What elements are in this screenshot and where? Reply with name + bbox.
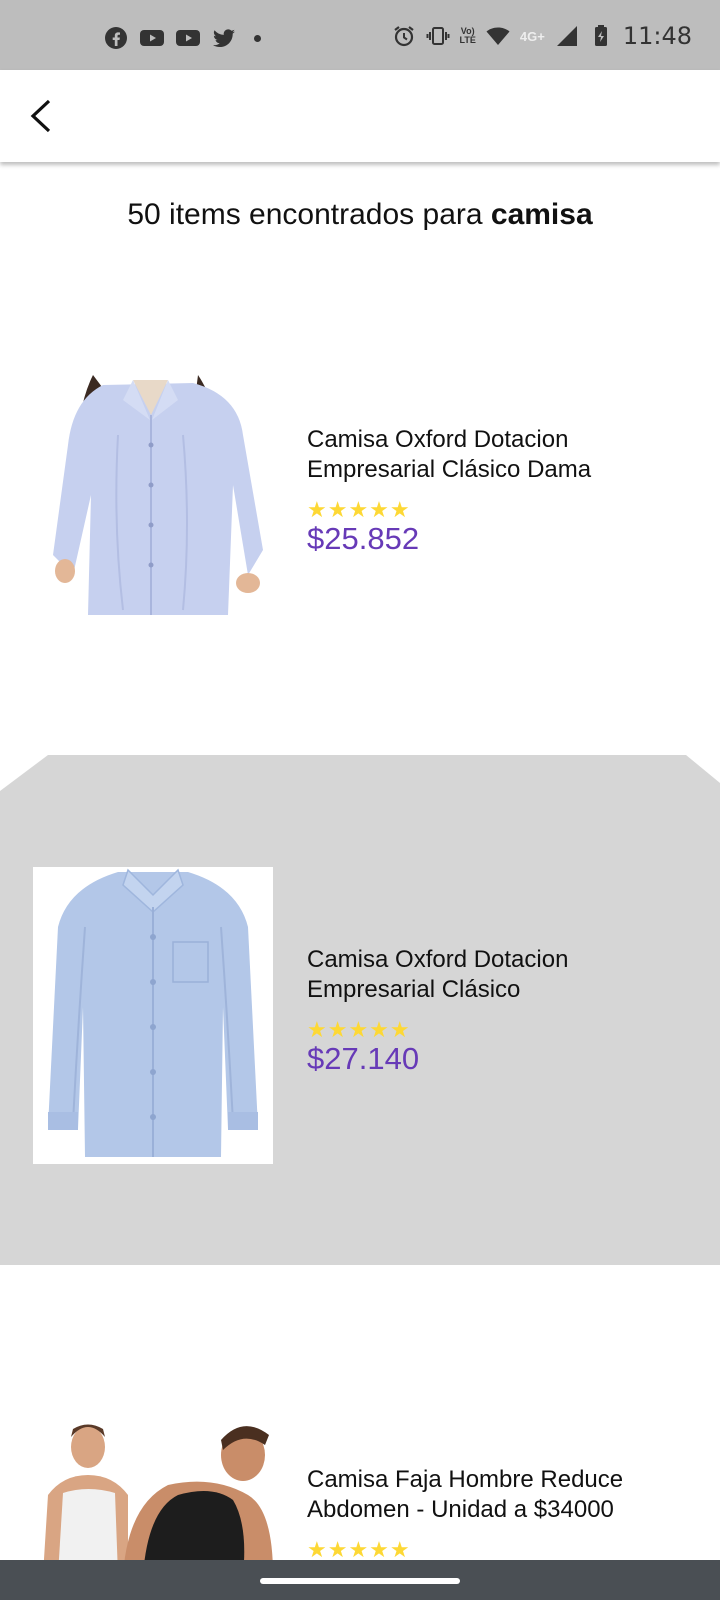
facebook-icon xyxy=(105,27,127,49)
youtube-icon xyxy=(140,30,164,46)
product-image xyxy=(33,1415,273,1575)
more-notifications-dot xyxy=(254,34,261,42)
youtube-icon xyxy=(176,30,200,46)
chevron-left-icon xyxy=(30,99,51,133)
system-icons: Vo) LTE 4G+ 11:48 xyxy=(392,22,692,50)
clock: 11:48 xyxy=(622,22,692,50)
product-price: $25.852 xyxy=(307,521,420,556)
search-query: camisa xyxy=(490,198,593,231)
product-info: Camisa Oxford Dotacion Empresarial Clási… xyxy=(307,945,697,1077)
product-info: Camisa Faja Hombre Reduce Abdomen - Unid… xyxy=(307,1465,697,1561)
status-bar: Vo) LTE 4G+ 11:48 xyxy=(0,0,720,70)
product-name: Camisa Oxford Dotacion Empresarial Clási… xyxy=(307,426,592,483)
home-gesture-handle[interactable] xyxy=(260,1578,460,1584)
results-count-text: 50 items encontrados para xyxy=(127,198,491,231)
rating-stars: ★★★★★ xyxy=(307,1537,411,1562)
volte-icon: Vo) LTE xyxy=(459,26,476,45)
product-image xyxy=(33,375,273,615)
wifi-icon xyxy=(486,27,510,45)
product-name: Camisa Oxford Dotacion Empresarial Clási… xyxy=(307,946,569,1003)
notification-icons xyxy=(104,26,261,50)
rating-stars: ★★★★★ xyxy=(307,497,411,522)
back-button[interactable] xyxy=(18,94,62,138)
product-name: Camisa Faja Hombre Reduce Abdomen - Unid… xyxy=(307,1466,624,1523)
app-bar xyxy=(0,70,720,162)
twitter-icon xyxy=(213,29,235,48)
ripple-corner xyxy=(0,755,48,791)
results-summary: 50 items encontrados para camisa xyxy=(0,198,720,232)
product-price: $27.140 xyxy=(307,1041,420,1076)
product-card-selected[interactable]: Camisa Oxford Dotacion Empresarial Clási… xyxy=(0,755,720,1265)
rating-stars: ★★★★★ xyxy=(307,1017,411,1042)
vibrate-icon xyxy=(426,27,450,45)
network-type-label: 4G+ xyxy=(519,28,545,44)
product-image xyxy=(33,867,273,1164)
signal-icon xyxy=(556,26,577,46)
battery-icon xyxy=(594,25,607,46)
system-navigation-bar xyxy=(0,1560,720,1600)
alarm-icon xyxy=(393,26,414,47)
product-card[interactable]: Camisa Oxford Dotacion Empresarial Clási… xyxy=(0,245,720,755)
product-info: Camisa Oxford Dotacion Empresarial Clási… xyxy=(307,425,697,557)
product-card[interactable]: Camisa Faja Hombre Reduce Abdomen - Unid… xyxy=(0,1275,720,1575)
ripple-corner xyxy=(686,755,720,783)
